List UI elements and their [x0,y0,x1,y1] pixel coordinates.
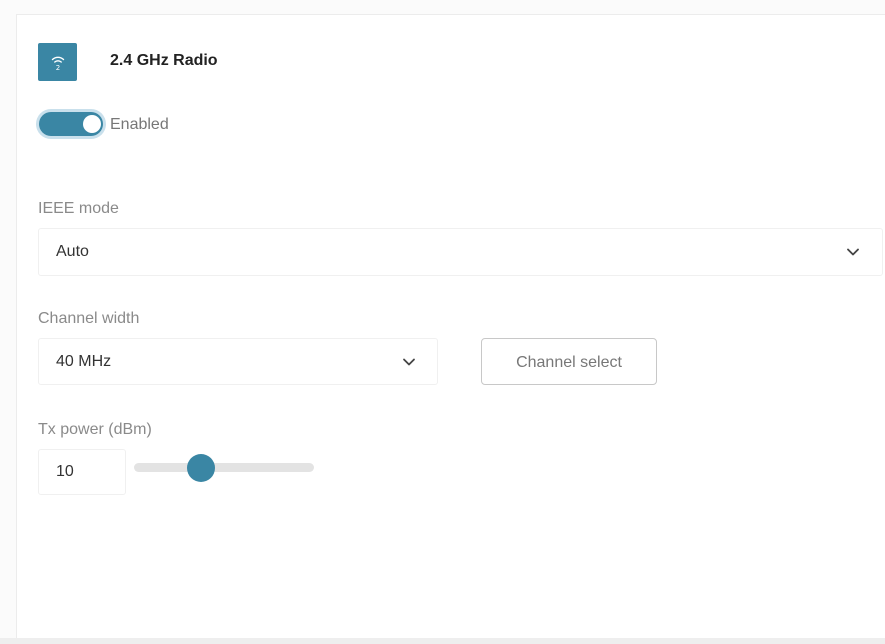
enabled-label: Enabled [110,116,169,133]
channel-width-label: Channel width [38,310,140,327]
tx-power-input[interactable] [38,449,126,495]
chevron-down-icon [847,248,859,256]
bottom-divider [0,638,885,644]
channel-select-button[interactable]: Channel select [481,338,657,385]
page: 2 2.4 GHz Radio Enabled IEEE mode Auto C… [0,0,885,644]
channel-width-value: 40 MHz [56,352,112,370]
chevron-down-icon [403,358,415,365]
tx-power-label: Tx power (dBm) [38,421,152,438]
radio-title: 2.4 GHz Radio [110,52,218,69]
ieee-mode-label: IEEE mode [38,200,119,217]
toggle-knob [83,115,101,133]
tx-power-slider[interactable] [134,453,314,483]
slider-rail [134,463,314,472]
ieee-mode-select[interactable]: Auto [38,228,883,276]
channel-width-select[interactable]: 40 MHz [38,338,438,385]
svg-text:2: 2 [55,64,59,72]
ieee-mode-value: Auto [56,243,89,260]
slider-thumb[interactable] [187,454,215,482]
enabled-toggle[interactable] [36,109,106,139]
wifi-icon: 2 [38,43,77,81]
radio-settings-card [16,14,885,638]
